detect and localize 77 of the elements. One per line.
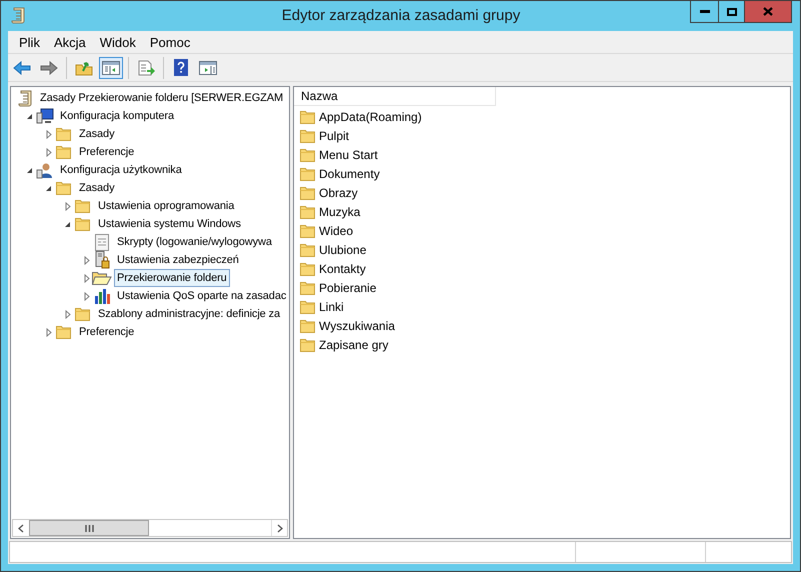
minimize-icon: [700, 10, 710, 13]
tree-item[interactable]: Ustawienia oprogramowania: [95, 197, 238, 215]
window-title: Edytor zarządzania zasadami grupy: [280, 6, 522, 26]
list-item[interactable]: Obrazy: [319, 184, 358, 202]
chevron-right-icon: [276, 524, 282, 532]
folder-icon: [56, 145, 72, 159]
column-header[interactable]: Nazwa: [294, 87, 496, 106]
menu-item[interactable]: Plik: [12, 32, 47, 52]
list-item[interactable]: Ulubione: [319, 240, 366, 258]
folder-icon: [300, 148, 316, 162]
scroll-document-icon: [18, 90, 32, 106]
computer-icon: [36, 108, 54, 124]
list-item[interactable]: Linki: [319, 298, 344, 316]
tree-item[interactable]: Przekierowanie folderu: [114, 269, 230, 287]
folder-icon: [56, 181, 72, 195]
scroll-document-icon: [11, 7, 26, 24]
list-item[interactable]: Pobieranie: [319, 278, 376, 296]
folder-icon: [300, 186, 316, 200]
close-button[interactable]: [745, 1, 791, 22]
export-list-icon: [137, 60, 155, 76]
menu-item[interactable]: Akcja: [46, 32, 93, 52]
list-item[interactable]: Wideo: [319, 222, 354, 240]
user-icon: [36, 162, 54, 178]
open-folder-icon: [92, 271, 112, 285]
tree-item[interactable]: Zasady: [76, 179, 118, 197]
tree-item[interactable]: Preferencje: [76, 143, 138, 161]
folder-icon: [300, 128, 316, 142]
script-document-icon: [94, 234, 110, 250]
tree-button[interactable]: [99, 56, 123, 78]
folder-up-icon: [75, 60, 93, 76]
folder-icon: [300, 262, 316, 276]
folder-icon: [56, 127, 72, 141]
list-item[interactable]: Dokumenty: [319, 164, 380, 182]
list-item[interactable]: Kontakty: [319, 260, 366, 278]
tree-pane-icon: [102, 60, 120, 74]
list-item[interactable]: Pulpit: [319, 126, 350, 144]
tree-item[interactable]: Zasady Przekierowanie folderu [SERWER.EGZAM: [37, 89, 286, 107]
tree-item[interactable]: Preferencje: [76, 323, 138, 341]
chevron-left-icon: [18, 524, 24, 532]
server-lock-icon: [94, 251, 110, 269]
menu-item[interactable]: Pomoc: [142, 32, 198, 52]
tree-item[interactable]: Konfiguracja komputera: [57, 107, 177, 125]
tree-item[interactable]: Skrypty (logowanie/wylogowywa: [114, 233, 275, 251]
list-item[interactable]: Muzyka: [319, 202, 360, 220]
tree-item[interactable]: Szablony administracyjne: definicje za: [95, 305, 284, 323]
tree-item[interactable]: Ustawienia systemu Windows: [95, 215, 244, 233]
close-icon: [763, 7, 773, 16]
tree-item[interactable]: Ustawienia zabezpieczeń: [114, 251, 242, 269]
scroll-thumb[interactable]: [29, 520, 149, 536]
back-arrow-icon: [13, 60, 31, 74]
tree-item[interactable]: Zasady: [76, 125, 118, 143]
bar-chart-icon: [94, 288, 110, 304]
folder-icon: [300, 280, 316, 294]
folder-icon: [300, 204, 316, 218]
folder-icon: [75, 307, 91, 321]
grip-icon: [84, 524, 94, 532]
list-item[interactable]: Wyszukiwania: [319, 316, 395, 334]
folder-icon: [300, 242, 316, 256]
list-item[interactable]: Zapisane gry: [319, 336, 388, 354]
folder-icon: [300, 300, 316, 314]
folder-icon: [300, 110, 316, 124]
action-pane-icon: [199, 60, 217, 74]
folder-icon: [300, 166, 316, 180]
folder-icon: [300, 338, 316, 352]
tree-item[interactable]: Ustawienia QoS oparte na zasadac: [114, 287, 289, 305]
list-item[interactable]: Menu Start: [319, 146, 378, 164]
forward-arrow-icon: [40, 60, 58, 74]
tree-item[interactable]: Konfiguracja użytkownika: [57, 161, 185, 179]
maximize-icon: [726, 8, 736, 16]
folder-icon: [75, 199, 91, 213]
folder-icon: [75, 217, 91, 231]
list-item[interactable]: AppData(Roaming): [319, 108, 422, 126]
menu-item[interactable]: Widok: [92, 32, 143, 52]
folder-icon: [56, 325, 72, 339]
folder-icon: [300, 224, 316, 238]
folder-icon: [300, 318, 316, 332]
help-icon: [174, 59, 188, 76]
